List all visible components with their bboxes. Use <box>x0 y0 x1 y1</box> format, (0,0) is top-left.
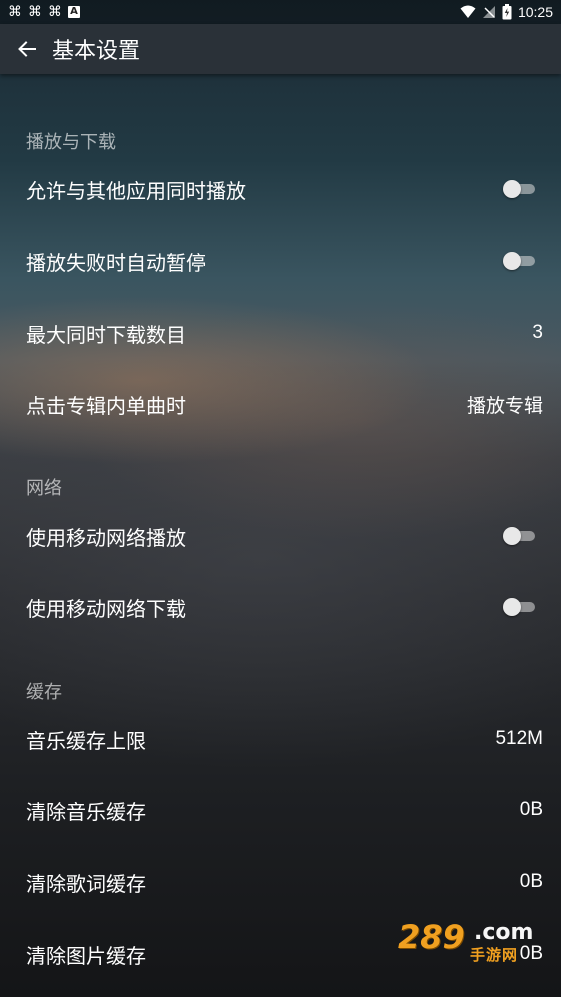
setting-value: 0B <box>519 871 543 892</box>
concurrent-playback-toggle[interactable] <box>503 179 535 199</box>
setting-row-music-cache-limit[interactable]: 音乐缓存上限 512M <box>0 703 561 775</box>
setting-row-auto-pause-on-failure[interactable]: 播放失败时自动暂停 <box>0 225 561 297</box>
section-header-network: 网络 <box>26 478 62 499</box>
setting-row-max-downloads[interactable]: 最大同时下载数目 3 <box>0 297 561 369</box>
setting-row-clear-music-cache[interactable]: 清除音乐缓存 0B <box>0 774 561 846</box>
section-header-playback-download: 播放与下载 <box>26 132 116 153</box>
status-time: 10:25 <box>517 4 553 20</box>
section-header-cache: 缓存 <box>26 682 62 703</box>
no-signal-icon <box>482 6 495 18</box>
app-bar: 基本设置 <box>0 24 561 74</box>
toggle-thumb <box>503 252 521 270</box>
setting-value: 0B <box>519 799 543 820</box>
setting-row-mobile-download[interactable]: 使用移动网络下载 <box>0 571 561 643</box>
mobile-download-toggle[interactable] <box>503 597 535 617</box>
setting-label: 最大同时下载数目 <box>26 322 186 347</box>
setting-row-album-track-click[interactable]: 点击专辑内单曲时 播放专辑 <box>0 368 561 440</box>
a-icon: A <box>68 6 80 18</box>
setting-label: 播放失败时自动暂停 <box>26 250 206 275</box>
notification-icon: ⌘ <box>48 4 62 20</box>
setting-label: 使用移动网络下载 <box>26 596 186 621</box>
status-right-icons: 10:25 <box>460 4 553 20</box>
mobile-playback-toggle[interactable] <box>503 526 535 546</box>
setting-label: 使用移动网络播放 <box>26 525 186 550</box>
page-title: 基本设置 <box>52 39 141 64</box>
auto-pause-toggle[interactable] <box>503 251 535 271</box>
notification-icon: ⌘ <box>8 4 22 20</box>
battery-icon <box>502 4 512 20</box>
setting-row-mobile-playback[interactable]: 使用移动网络播放 <box>0 500 561 572</box>
notification-icon: ⌘ <box>28 4 42 20</box>
setting-label: 允许与其他应用同时播放 <box>26 178 246 203</box>
arrow-left-icon <box>18 41 36 57</box>
setting-value: 0B <box>519 943 543 964</box>
back-button[interactable] <box>14 36 40 62</box>
setting-label: 清除歌词缓存 <box>26 871 146 896</box>
setting-label: 点击专辑内单曲时 <box>26 393 186 418</box>
setting-row-clear-lyrics-cache[interactable]: 清除歌词缓存 0B <box>0 846 561 918</box>
setting-row-clear-image-cache[interactable]: 清除图片缓存 0B <box>0 918 561 990</box>
setting-label: 音乐缓存上限 <box>26 728 146 753</box>
setting-value: 512M <box>495 728 543 749</box>
setting-value: 播放专辑 <box>466 394 543 417</box>
wifi-icon <box>460 5 476 18</box>
toggle-thumb <box>503 180 521 198</box>
toggle-thumb <box>503 527 521 545</box>
status-bar: ⌘ ⌘ ⌘ A 10:25 <box>0 0 561 24</box>
setting-row-allow-concurrent-playback[interactable]: 允许与其他应用同时播放 <box>0 153 561 225</box>
setting-label: 清除图片缓存 <box>26 943 146 968</box>
setting-value: 3 <box>532 322 543 343</box>
toggle-thumb <box>503 598 521 616</box>
status-left-icons: ⌘ ⌘ ⌘ A <box>8 5 80 19</box>
setting-label: 清除音乐缓存 <box>26 799 146 824</box>
